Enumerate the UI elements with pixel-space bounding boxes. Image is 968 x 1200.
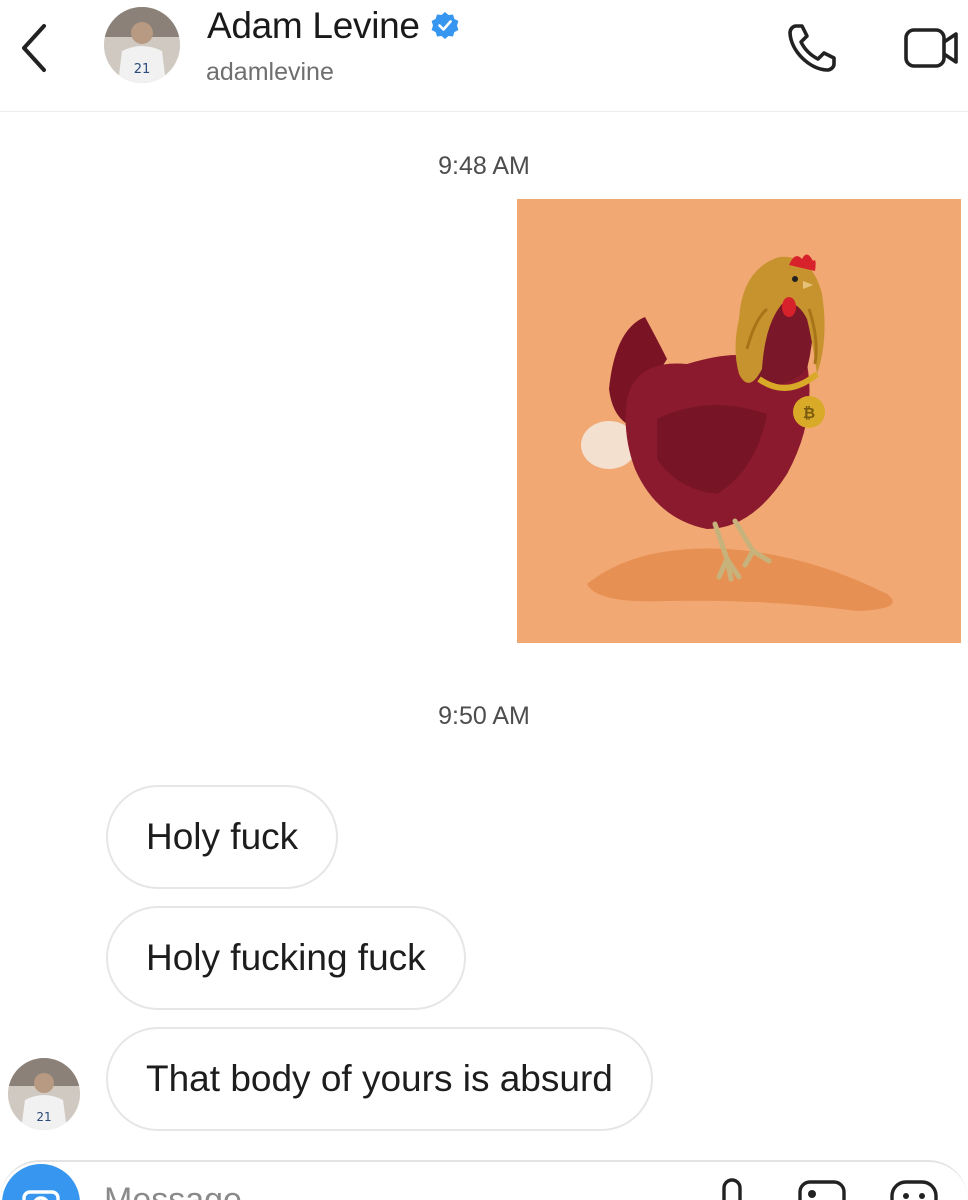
svg-text:21: 21 bbox=[134, 62, 151, 77]
svg-text:21: 21 bbox=[36, 1110, 51, 1124]
message-bubble[interactable]: Holy fucking fuck bbox=[106, 906, 466, 1010]
chicken-image: ₿ bbox=[517, 199, 961, 643]
verified-badge-icon bbox=[430, 11, 460, 41]
timestamp: 9:50 AM bbox=[438, 702, 530, 730]
back-chevron-icon[interactable] bbox=[14, 20, 54, 76]
contact-name-row[interactable]: Adam Levine bbox=[207, 4, 460, 48]
sticker-icon[interactable] bbox=[886, 1174, 942, 1200]
gallery-icon[interactable] bbox=[794, 1174, 850, 1200]
microphone-icon[interactable] bbox=[704, 1174, 760, 1200]
chat-header: 21 Adam Levine adamlevine bbox=[0, 0, 968, 112]
message-input[interactable] bbox=[104, 1180, 664, 1200]
avatar[interactable]: 21 bbox=[8, 1058, 80, 1130]
username: adamlevine bbox=[206, 58, 334, 86]
message-bubble[interactable]: Holy fuck bbox=[106, 785, 339, 889]
message-bubble[interactable]: That body of yours is absurd bbox=[106, 1027, 653, 1131]
avatar[interactable]: 21 bbox=[104, 7, 180, 83]
svg-text:₿: ₿ bbox=[803, 404, 815, 422]
timestamp: 9:48 AM bbox=[438, 152, 530, 180]
image-message[interactable]: ₿ bbox=[517, 199, 961, 643]
phone-icon[interactable] bbox=[782, 18, 842, 78]
camera-icon[interactable] bbox=[2, 1164, 80, 1200]
contact-name[interactable]: Adam Levine bbox=[207, 5, 420, 47]
video-camera-icon[interactable] bbox=[880, 18, 960, 78]
